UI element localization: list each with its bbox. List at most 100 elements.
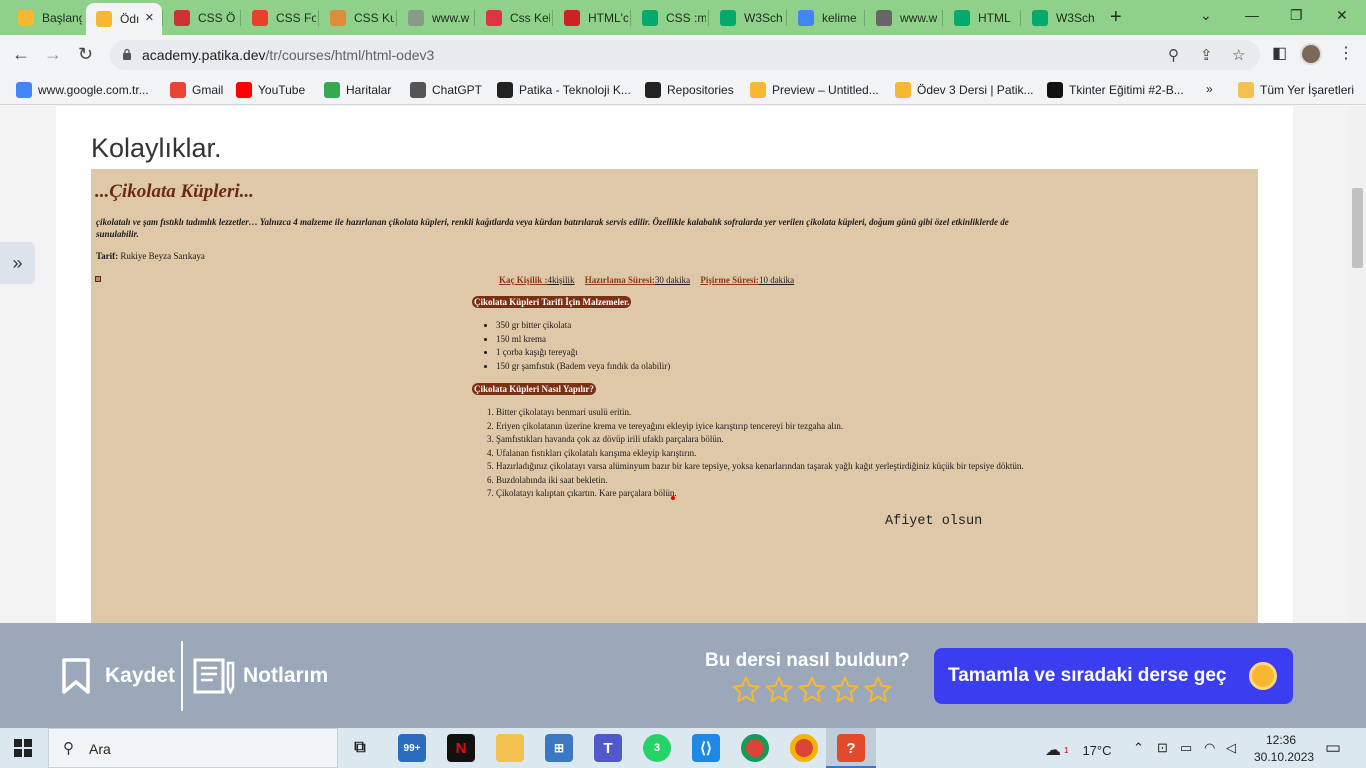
tab-search-icon[interactable]: ⌄ [1200, 7, 1212, 24]
step-item: Şamfıstıkları havanda çok az dövüp irili… [496, 433, 1024, 447]
minimize-button[interactable]: — [1245, 7, 1259, 23]
store-icon[interactable]: ⊞ [545, 734, 573, 762]
complete-label: Tamamla ve sıradaki derse geç [948, 665, 1227, 686]
bookmark-item[interactable]: www.google.com.tr... [16, 82, 149, 98]
app-icon[interactable]: ? [837, 734, 865, 762]
all-bookmarks-label: Tüm Yer İşaretleri [1260, 83, 1355, 97]
maps-icon [324, 82, 340, 98]
tab-13[interactable]: W3Sch [1022, 4, 1098, 32]
complete-next-lesson-button[interactable]: Tamamla ve sıradaki derse geç [934, 648, 1293, 704]
weather-widget[interactable]: ☁ 1 17°C [1045, 740, 1112, 760]
cook-time-value: 10 dakika [758, 275, 795, 285]
tray-chevron-icon[interactable]: ⌃ [1133, 740, 1144, 756]
forward-icon[interactable]: → [44, 44, 62, 65]
tab-0[interactable]: Başlang [8, 4, 84, 32]
expand-sidebar-button[interactable]: » [0, 242, 35, 284]
ingredient-item: 150 ml krema [496, 333, 670, 347]
recipe-title: ...Çikolata Küpleri... [95, 181, 254, 202]
notes-button[interactable]: Notlarım [193, 657, 328, 695]
rating-star-icon[interactable] [764, 675, 794, 705]
bookmark-star-icon[interactable]: ☆ [1232, 46, 1245, 64]
rating-star-icon[interactable] [863, 675, 893, 705]
youtube-icon [236, 82, 252, 98]
search-label: Ara [89, 741, 111, 757]
tab-2[interactable]: CSS Ö [164, 4, 240, 32]
bookmark-item[interactable]: Haritalar [324, 82, 391, 98]
rating-star-icon[interactable] [830, 675, 860, 705]
all-bookmarks-button[interactable]: Tüm Yer İşaretleri [1238, 82, 1354, 98]
tab-5[interactable]: www.w [398, 4, 474, 32]
notifications-icon[interactable]: ▭ [1325, 738, 1341, 758]
rating-stars [731, 675, 893, 705]
menu-icon[interactable]: ⋮ [1338, 43, 1354, 63]
chrome-icon[interactable] [790, 734, 818, 762]
new-tab-button[interactable]: + [1110, 6, 1122, 29]
close-tab-icon[interactable]: ✕ [145, 11, 154, 24]
bookmark-item[interactable]: ChatGPT [410, 82, 482, 98]
share-icon[interactable]: ⇪ [1200, 46, 1213, 64]
tab-title: kelime [822, 11, 857, 25]
taskbar-search[interactable]: ⚲ Ara [48, 728, 338, 768]
bookmark-item[interactable]: Patika - Teknoloji K... [497, 82, 631, 98]
bookmarks-overflow-button[interactable]: » [1206, 82, 1213, 96]
bookmark-item[interactable]: Preview – Untitled... [750, 82, 879, 98]
ingredient-item: 350 gr bitter çikolata [496, 319, 670, 333]
tab-9[interactable]: W3Sch [710, 4, 786, 32]
zoom-icon[interactable]: ⚲ [1168, 46, 1179, 64]
teams-icon[interactable]: T [594, 734, 622, 762]
tab-1[interactable]: Ödı ✕ [86, 3, 162, 35]
w3-icon [1032, 10, 1048, 26]
vscode-icon[interactable]: ⟨⟩ [692, 734, 720, 762]
tab-10[interactable]: kelime [788, 4, 864, 32]
reload-icon[interactable]: ↻ [78, 44, 93, 65]
bookmark-item[interactable]: Gmail [170, 82, 223, 98]
bookmark-item[interactable]: Tkinter Eğitimi #2-B... [1047, 82, 1184, 98]
rating-star-icon[interactable] [731, 675, 761, 705]
page-gutter [0, 106, 56, 623]
windows-start-icon[interactable] [14, 739, 32, 757]
mail-icon[interactable]: 99+ [398, 734, 426, 762]
clock-time[interactable]: 12:36 [1266, 733, 1296, 747]
tab-7[interactable]: HTML'c [554, 4, 630, 32]
tab-6[interactable]: Css Kel [476, 4, 552, 32]
netflix-icon[interactable]: N [447, 734, 475, 762]
wifi-icon[interactable]: ◠ [1204, 740, 1215, 756]
tab-3[interactable]: CSS Fo [242, 4, 318, 32]
url-text[interactable]: academy.patika.dev/tr/courses/html/html-… [142, 47, 434, 63]
tab-11[interactable]: www.w [866, 4, 942, 32]
volume-icon[interactable]: ◁ [1226, 740, 1236, 756]
divider [181, 641, 183, 711]
profile-avatar[interactable] [1300, 43, 1322, 65]
page-scrollbar[interactable] [1349, 106, 1366, 623]
whatsapp-icon[interactable]: 3 [643, 734, 671, 762]
lock-icon[interactable] [122, 48, 132, 60]
cursor-dot [671, 496, 675, 500]
chrome-icon[interactable] [741, 734, 769, 762]
bookmark-item[interactable]: YouTube [236, 82, 305, 98]
tab-title: CSS :m [666, 11, 706, 25]
close-window-button[interactable]: ✕ [1336, 7, 1348, 24]
rating-star-icon[interactable] [797, 675, 827, 705]
bookmark-item[interactable]: Ödev 3 Dersi | Patik... [895, 82, 1034, 98]
tab-8[interactable]: CSS :m [632, 4, 708, 32]
mail-badge: 99+ [403, 742, 421, 754]
tab-12[interactable]: HTML [944, 4, 1020, 32]
patika-icon [96, 11, 112, 27]
tab-separator [864, 10, 865, 26]
side-panel-icon[interactable]: ◧ [1272, 43, 1287, 63]
windows-taskbar: ⚲ Ara ⧉ 99+ N ⊞ T 3 ⟨⟩ ? ☁ 1 17°C ⌃ ⊡ ▭ ◠ … [0, 728, 1366, 768]
back-icon[interactable]: ← [12, 44, 30, 65]
bookmark-item[interactable]: Repositories [645, 82, 734, 98]
tab-separator [396, 10, 397, 26]
task-view-icon[interactable]: ⧉ [346, 734, 374, 762]
address-bar[interactable]: academy.patika.dev/tr/courses/html/html-… [110, 40, 1260, 70]
save-button[interactable]: Kaydet [60, 657, 175, 695]
maximize-button[interactable]: ❐ [1290, 7, 1303, 24]
network-icon[interactable]: ⊡ [1157, 740, 1168, 756]
file-explorer-icon[interactable] [496, 734, 524, 762]
battery-icon[interactable]: ▭ [1180, 740, 1192, 756]
w3-icon [174, 10, 190, 26]
clock-date[interactable]: 30.10.2023 [1254, 750, 1314, 764]
scrollbar-thumb[interactable] [1352, 188, 1363, 268]
tab-4[interactable]: CSS Ku [320, 4, 396, 32]
